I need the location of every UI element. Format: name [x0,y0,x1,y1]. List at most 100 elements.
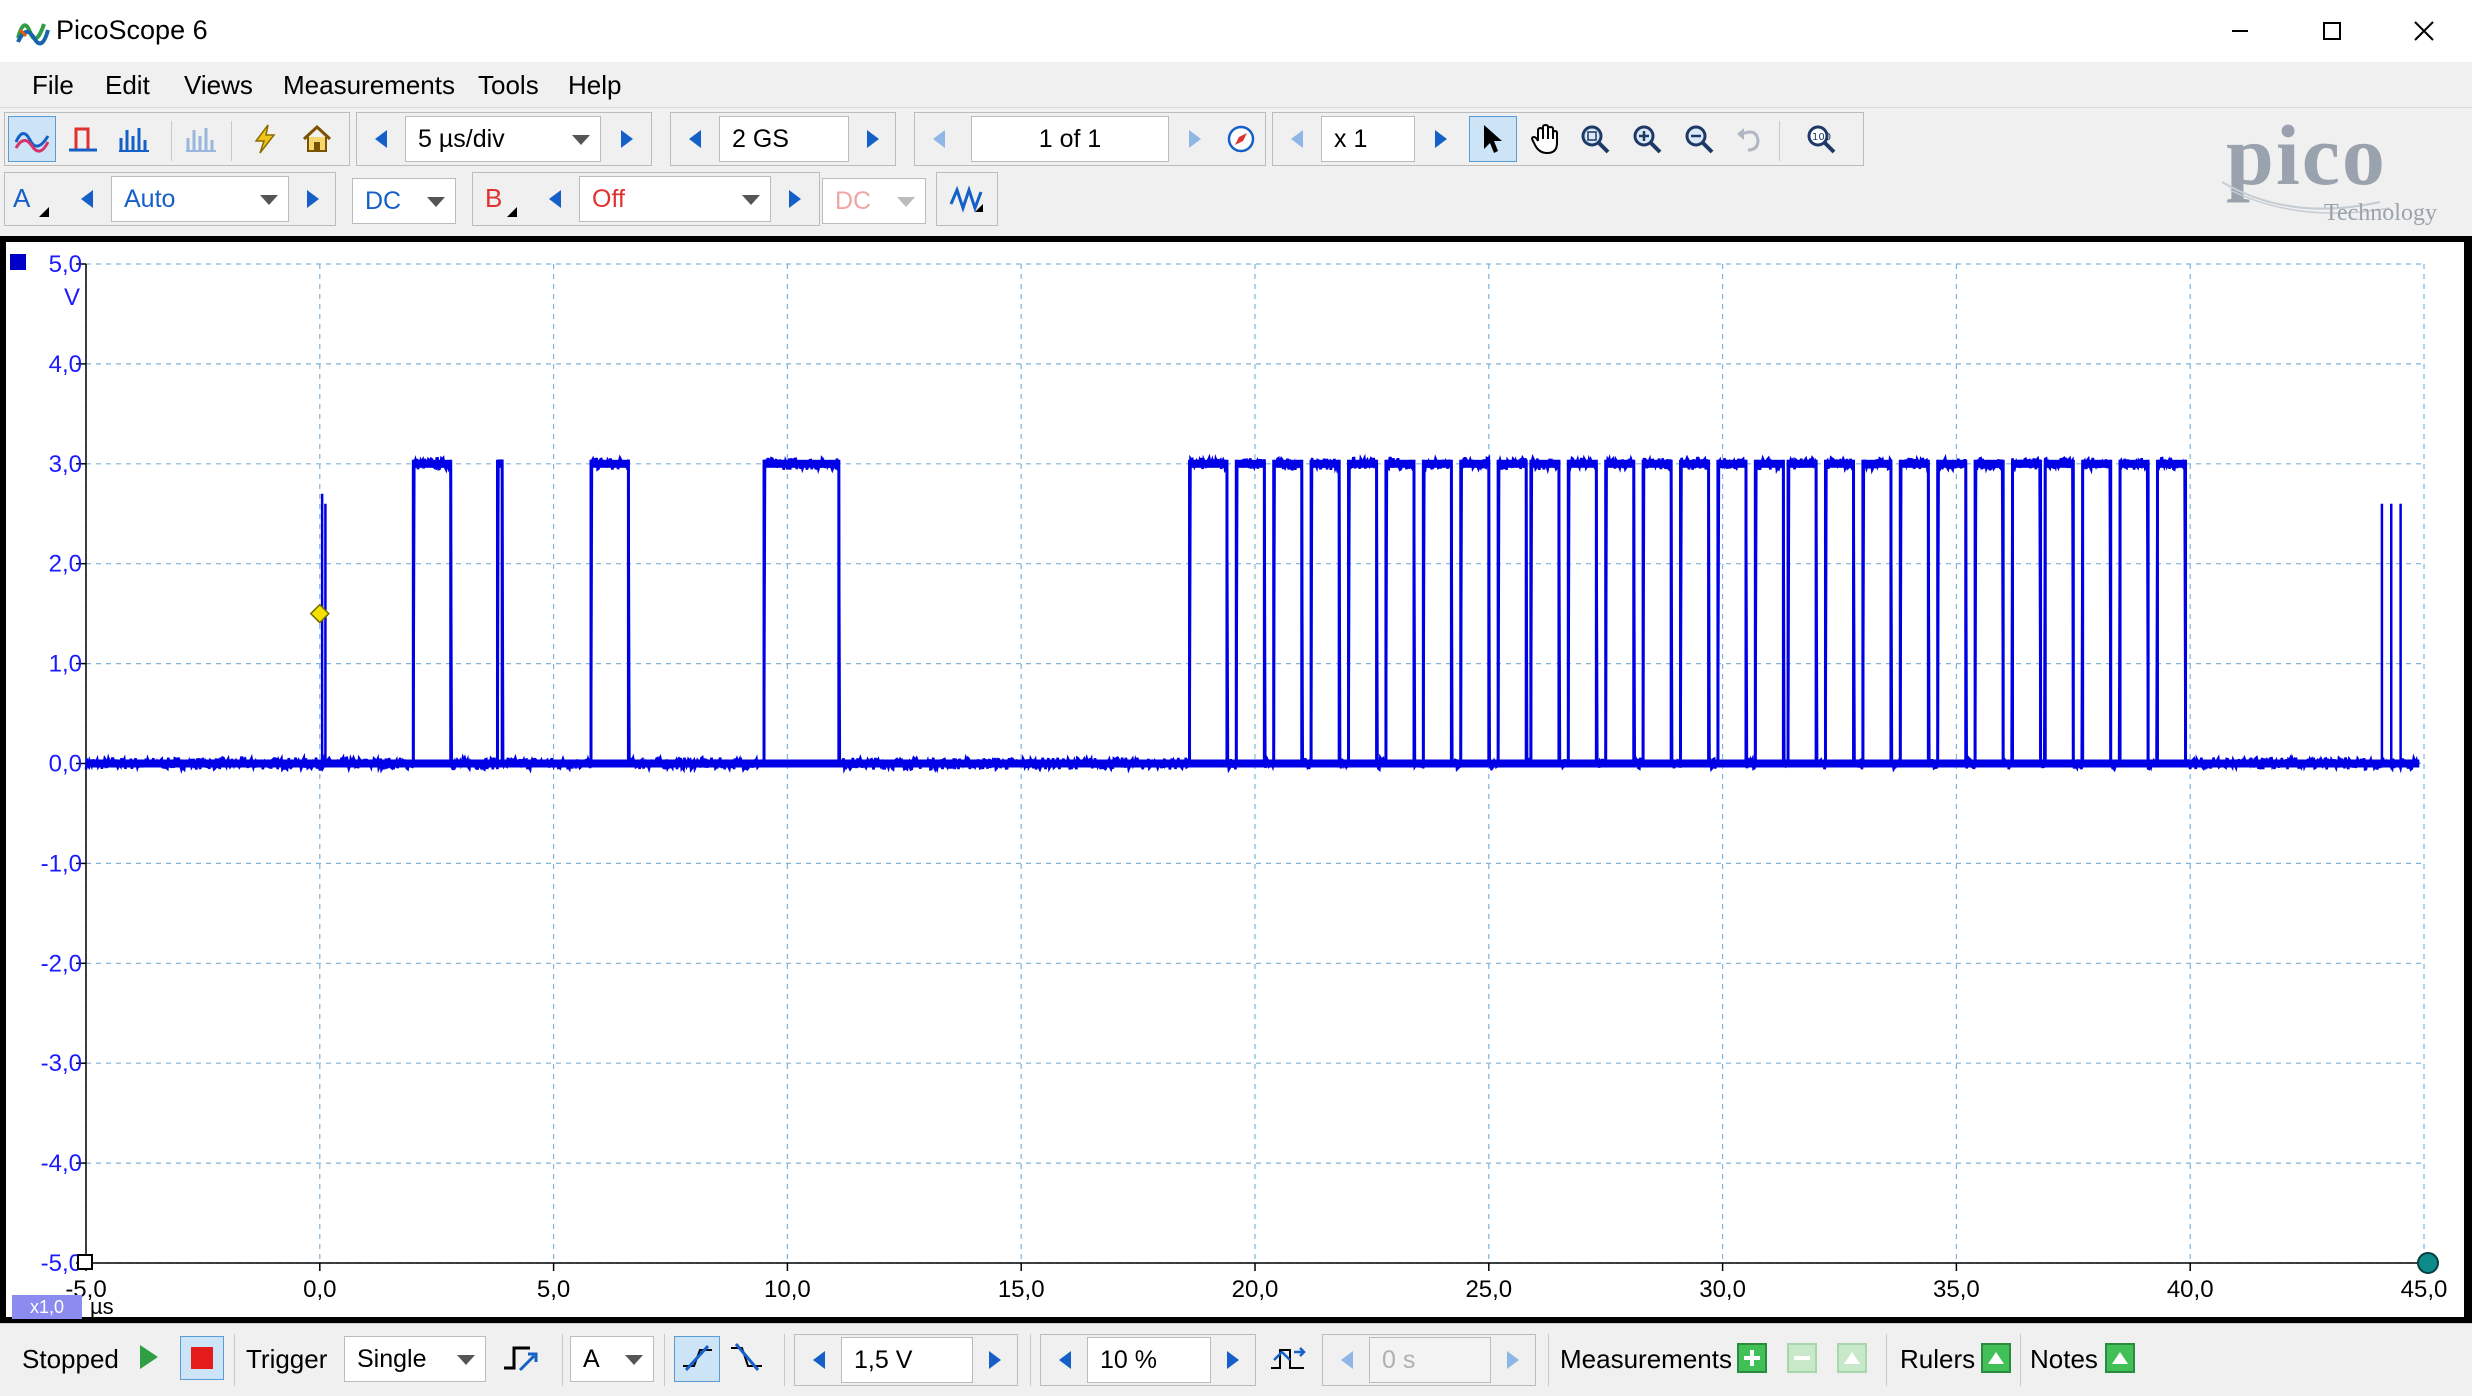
rulers-toggle-icon[interactable] [1980,1342,2012,1381]
separator [1548,1334,1549,1386]
threshold-decrease-button[interactable] [797,1337,841,1383]
pulse-high-band [1189,459,1227,468]
zoom-field[interactable]: x 1 [1321,116,1415,162]
notes-toggle-icon[interactable] [2104,1342,2136,1381]
delay-value: 0 s [1382,1345,1416,1374]
buffer-navigation-group: 1 of 1 [914,112,1266,166]
rising-edge-button[interactable] [674,1336,720,1382]
pointer-tool-icon[interactable] [1469,116,1517,162]
channel-a-range-decrease-button[interactable] [65,176,109,222]
pulse-high-band [2082,459,2111,468]
time-ruler-handle [2417,1252,2439,1274]
zoom-decrease-button[interactable] [1275,116,1319,162]
pico-logo: pico Technology [2220,107,2470,230]
post-trigger-delay-icon[interactable] [1268,1342,1308,1383]
channel-a-range-select[interactable]: Auto [111,176,289,222]
menu-views[interactable]: Views [184,70,253,101]
pretrigger-group: 10 % [1040,1334,1256,1386]
signal-generator-icon[interactable] [943,176,991,222]
x-tick-label: 25,0 [1465,1276,1512,1303]
pulse-high-band [1717,459,1746,468]
axis-origin-marker [77,1254,93,1270]
trigger-source-select[interactable]: A [570,1336,654,1382]
menu-help[interactable]: Help [568,70,621,101]
stop-button[interactable] [180,1336,224,1380]
close-button[interactable] [2378,0,2470,62]
trigger-mode-select[interactable]: Single [344,1336,486,1382]
falling-edge-icon [731,1343,762,1371]
samples-decrease-button[interactable] [673,116,717,162]
channel-a-label[interactable]: A [13,183,57,219]
spectrum-persistence-icon [177,116,225,162]
pretrigger-field[interactable]: 10 % [1087,1337,1211,1383]
pretrigger-decrease-button[interactable] [1043,1337,1087,1383]
menu-measurements[interactable]: Measurements [283,70,455,101]
y-tick-label: -5,0 [41,1250,82,1277]
scope-plot[interactable]: 5,0 4,0 3,0 2,0 1,0 0,0 -1,0 -2,0 -3,0 -4,0 -5,0 -… [6,242,2464,1317]
pretrigger-increase-button[interactable] [1211,1337,1255,1383]
pulse-high-band [1643,459,1672,468]
separator [234,1334,235,1386]
buffer-index-field[interactable]: 1 of 1 [971,116,1169,162]
buffer-next-button[interactable] [1173,116,1217,162]
persistence-mode-icon[interactable] [59,116,107,162]
maximize-button[interactable] [2286,0,2378,62]
picoscope-app-icon [14,12,52,50]
start-button[interactable] [136,1342,162,1379]
pretrigger-value: 10 % [1100,1345,1157,1374]
timebase-decrease-button[interactable] [359,116,403,162]
threshold-increase-button[interactable] [973,1337,1017,1383]
delay-field: 0 s [1369,1337,1491,1383]
svg-text:100: 100 [1812,132,1831,143]
auto-setup-icon[interactable] [241,116,289,162]
spectrum-mode-icon[interactable] [110,116,158,162]
menu-edit[interactable]: Edit [105,70,150,101]
falling-edge-button[interactable] [728,1338,768,1385]
menu-file[interactable]: File [32,70,74,101]
timebase-select[interactable]: 5 µs/div [405,116,601,162]
minimize-button[interactable] [2194,0,2286,62]
undo-zoom-icon [1725,116,1773,162]
zoom-out-icon[interactable] [1675,116,1723,162]
pulse-high-band [1788,459,1817,468]
measurements-label: Measurements [1560,1344,1732,1374]
zoom-region-icon[interactable] [1571,116,1619,162]
scope-view[interactable]: 5,0 4,0 3,0 2,0 1,0 0,0 -1,0 -2,0 -3,0 -4,0 -5,0 -… [6,242,2464,1319]
add-measurement-icon[interactable] [1736,1342,1768,1381]
pulse-high-band [1530,459,1559,468]
channel-a-coupling-select[interactable]: DC [352,178,456,224]
pulse-high-band [1680,459,1709,468]
channel-a-range-increase-button[interactable] [291,176,335,222]
menu-tools[interactable]: Tools [478,70,539,101]
timebase-value: 5 µs/div [418,124,505,153]
home-icon[interactable] [293,116,341,162]
pulse-high-band [1975,459,2004,468]
buffer-navigator-icon[interactable] [1217,116,1265,162]
zoom-to-fit-icon[interactable]: 100 [1799,116,1847,162]
channel-b-range-increase-button[interactable] [773,176,817,222]
status-bar: Stopped Trigger Single A 1,5 V 10 % 0 s … [0,1323,2472,1396]
pulse-high-band [2012,459,2041,468]
channel-b-range-decrease-button[interactable] [533,176,577,222]
channel-b-range-select[interactable]: Off [579,176,771,222]
channel-a-axis-indicator[interactable] [10,254,26,270]
separator [1030,1334,1031,1386]
timebase-increase-button[interactable] [605,116,649,162]
samples-increase-button[interactable] [851,116,895,162]
toolbar-area: 5 µs/div 2 GS 1 of 1 x 1 100 pico Techno… [0,107,2472,236]
separator [664,1334,665,1386]
buffer-previous-button[interactable] [917,116,961,162]
zoom-in-icon[interactable] [1623,116,1671,162]
channel-b-options-corner [507,207,517,217]
threshold-field[interactable]: 1,5 V [841,1337,973,1383]
scope-mode-icon[interactable] [8,116,56,162]
x-scale-badge[interactable]: x1,0 [12,1295,82,1319]
zoom-increase-button[interactable] [1419,116,1463,162]
advanced-trigger-icon[interactable] [500,1340,540,1383]
separator [1886,1334,1887,1386]
channel-a-range-value: Auto [124,184,176,213]
x-axis-unit: µs [90,1294,114,1319]
samples-field[interactable]: 2 GS [719,116,849,162]
signal-generator-group [936,172,998,226]
hand-tool-icon[interactable] [1521,116,1569,162]
